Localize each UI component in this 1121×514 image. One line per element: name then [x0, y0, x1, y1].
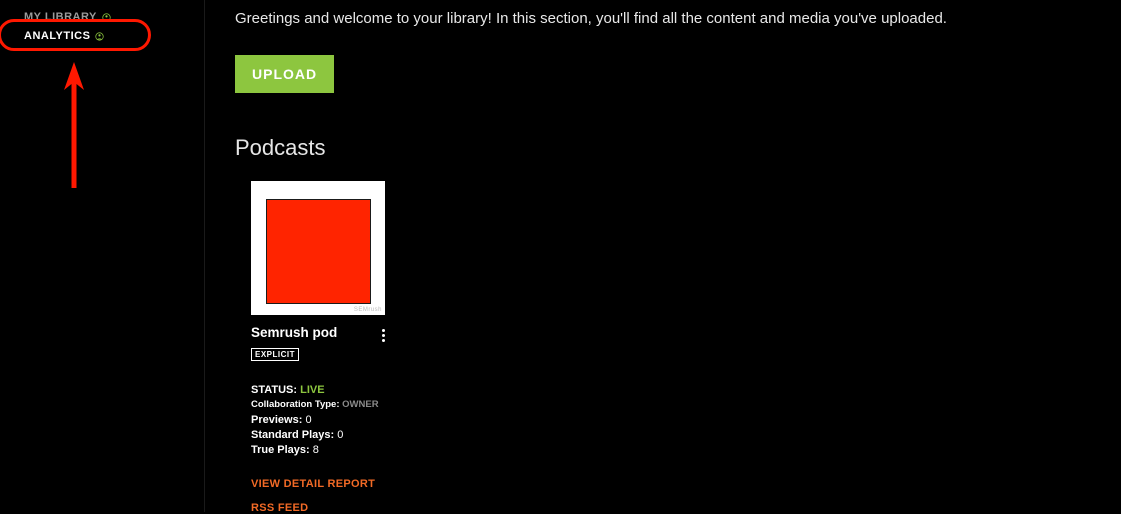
podcasts-heading: Podcasts	[235, 135, 1091, 161]
previews-label: Previews:	[251, 414, 302, 426]
main-content: Greetings and welcome to your library! I…	[205, 0, 1121, 512]
artwork-inner	[266, 199, 371, 304]
person-badge-icon	[102, 13, 111, 22]
more-options-icon[interactable]	[378, 325, 389, 346]
welcome-text: Greetings and welcome to your library! I…	[235, 10, 1091, 27]
rss-feed-link[interactable]: RSS FEED	[251, 502, 389, 514]
status-label: STATUS:	[251, 384, 297, 396]
podcast-card: SEMrush Semrush pod EXPLICIT STATUS: LIV…	[251, 181, 389, 514]
true-plays-label: True Plays:	[251, 444, 310, 456]
true-plays-value: 8	[313, 444, 319, 456]
annotation-arrow-icon	[62, 62, 86, 190]
sidebar-item-analytics[interactable]: ANALYTICS	[0, 27, 204, 45]
collab-label: Collaboration Type:	[251, 399, 340, 410]
standard-plays-label: Standard Plays:	[251, 429, 334, 441]
podcast-title: Semrush pod	[251, 325, 337, 340]
standard-plays-value: 0	[337, 429, 343, 441]
status-value: LIVE	[300, 384, 324, 396]
person-badge-icon	[95, 32, 104, 41]
card-links: VIEW DETAIL REPORT RSS FEED	[251, 478, 389, 514]
previews-value: 0	[305, 414, 311, 426]
sidebar-item-my-library[interactable]: MY LIBRARY	[0, 8, 204, 26]
explicit-badge: EXPLICIT	[251, 348, 299, 361]
sidebar: MY LIBRARY ANALYTICS	[0, 0, 205, 512]
artwork-watermark: SEMrush	[354, 307, 382, 313]
collab-value: OWNER	[342, 399, 378, 410]
sidebar-item-label: MY LIBRARY	[24, 11, 97, 23]
podcast-meta: STATUS: LIVE Collaboration Type: OWNER P…	[251, 384, 389, 456]
view-detail-report-link[interactable]: VIEW DETAIL REPORT	[251, 478, 389, 490]
upload-button[interactable]: UPLOAD	[235, 55, 334, 93]
podcast-artwork[interactable]: SEMrush	[251, 181, 385, 315]
sidebar-item-label: ANALYTICS	[24, 30, 90, 42]
